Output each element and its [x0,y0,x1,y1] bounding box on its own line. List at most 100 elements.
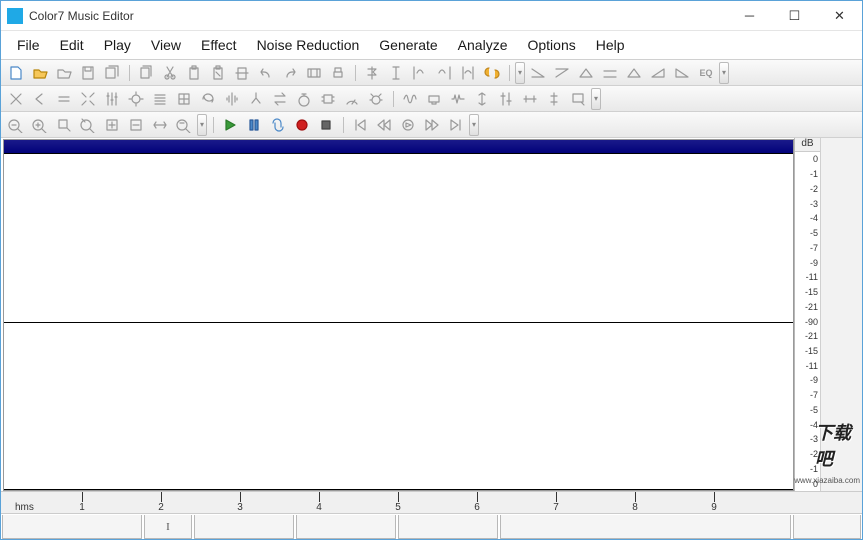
center-icon[interactable] [543,88,565,110]
zoom-v-in-icon[interactable] [101,114,123,136]
h-align-icon[interactable] [519,88,541,110]
open-recent-icon[interactable] [53,62,75,84]
bug-icon[interactable] [365,88,387,110]
paste-special-icon[interactable] [207,62,229,84]
redo-icon[interactable] [279,62,301,84]
v-sliders-icon[interactable] [495,88,517,110]
select-rect-icon[interactable] [567,88,589,110]
pulse-icon[interactable] [221,88,243,110]
stopwatch-icon[interactable] [293,88,315,110]
copy-icon[interactable] [135,62,157,84]
branch-icon[interactable] [245,88,267,110]
zoom-fit-icon[interactable] [77,114,99,136]
close-button[interactable]: ✕ [817,1,862,30]
device-icon[interactable] [423,88,445,110]
maximize-button[interactable]: ☐ [772,1,817,30]
rewind-icon[interactable] [373,114,395,136]
env-up-icon[interactable] [551,62,573,84]
equals-icon[interactable] [53,88,75,110]
wave-mono-icon[interactable] [447,88,469,110]
wave-left-icon[interactable] [409,62,431,84]
menu-effect[interactable]: Effect [191,33,247,57]
menu-edit[interactable]: Edit [50,33,94,57]
waveform-canvas[interactable] [4,154,793,489]
record-icon[interactable] [291,114,313,136]
status-cell-5 [398,515,498,539]
meter-icon[interactable] [341,88,363,110]
stop-icon[interactable] [315,114,337,136]
fade-left-icon[interactable] [671,62,693,84]
zoom-in-icon[interactable] [29,114,51,136]
menu-options[interactable]: Options [517,33,585,57]
toolbar-overflow[interactable]: ▾ [591,88,601,110]
chip-icon[interactable] [317,88,339,110]
waveform-area[interactable] [3,139,794,491]
time-tick [714,492,715,502]
trim-icon[interactable] [303,62,325,84]
paste-icon[interactable] [183,62,205,84]
list-icon[interactable] [149,88,171,110]
eq-icon[interactable]: EQ [695,62,717,84]
menu-view[interactable]: View [141,33,191,57]
menu-generate[interactable]: Generate [369,33,447,57]
new-file-icon[interactable] [5,62,27,84]
refresh-icon[interactable] [197,88,219,110]
forward-icon[interactable] [421,114,443,136]
open-file-icon[interactable] [29,62,51,84]
timeline-ruler[interactable]: hms 123456789 [3,492,794,513]
track-header[interactable] [4,140,793,154]
play-icon[interactable] [219,114,241,136]
db-tick: -11 [806,361,818,371]
brightness-icon[interactable] [125,88,147,110]
loop-icon[interactable] [267,114,289,136]
play-outline-icon[interactable] [397,114,419,136]
zoom-reset-icon[interactable] [173,114,195,136]
zoom-v-out-icon[interactable] [125,114,147,136]
menu-noise-reduction[interactable]: Noise Reduction [247,33,370,57]
waveform-icon[interactable] [399,88,421,110]
zoom-out-icon[interactable] [5,114,27,136]
mixer-icon[interactable] [101,88,123,110]
toolbar-overflow[interactable]: ▾ [197,114,207,136]
link-icon[interactable] [481,62,503,84]
cursor-icon[interactable] [385,62,407,84]
swap-icon[interactable] [269,88,291,110]
save-all-icon[interactable] [101,62,123,84]
minimize-button[interactable]: ─ [727,1,772,30]
print-icon[interactable] [327,62,349,84]
env-tri-icon[interactable] [575,62,597,84]
pause-icon[interactable] [243,114,265,136]
save-icon[interactable] [77,62,99,84]
time-label: 8 [632,502,638,513]
skip-start-icon[interactable] [349,114,371,136]
undo-icon[interactable] [255,62,277,84]
cut-icon[interactable] [159,62,181,84]
menu-help[interactable]: Help [586,33,635,57]
delete-sel-icon[interactable] [5,88,27,110]
timeline[interactable]: hms 123456789 [1,491,862,513]
menu-play[interactable]: Play [94,33,141,57]
zoom-h-icon[interactable] [149,114,171,136]
time-tick [319,492,320,502]
env-peak-icon[interactable] [623,62,645,84]
menu-file[interactable]: File [7,33,50,57]
env-flat-icon[interactable] [599,62,621,84]
menu-analyze[interactable]: Analyze [448,33,518,57]
move-left-icon[interactable] [29,88,51,110]
status-cell-1 [2,515,142,539]
fade-right-icon[interactable] [647,62,669,84]
zoom-sel-icon[interactable] [53,114,75,136]
marker-icon[interactable] [361,62,383,84]
expand-icon[interactable] [77,88,99,110]
env-down-icon[interactable] [527,62,549,84]
toolbar-overflow[interactable]: ▾ [515,62,525,84]
grid-icon[interactable] [173,88,195,110]
toolbar-overflow[interactable]: ▾ [719,62,729,84]
height-icon[interactable] [471,88,493,110]
toolbar-overflow[interactable]: ▾ [469,114,479,136]
trim-wave-icon[interactable] [457,62,479,84]
mix-paste-icon[interactable] [231,62,253,84]
time-label: 4 [316,502,322,513]
wave-right-icon[interactable] [433,62,455,84]
skip-end-icon[interactable] [445,114,467,136]
